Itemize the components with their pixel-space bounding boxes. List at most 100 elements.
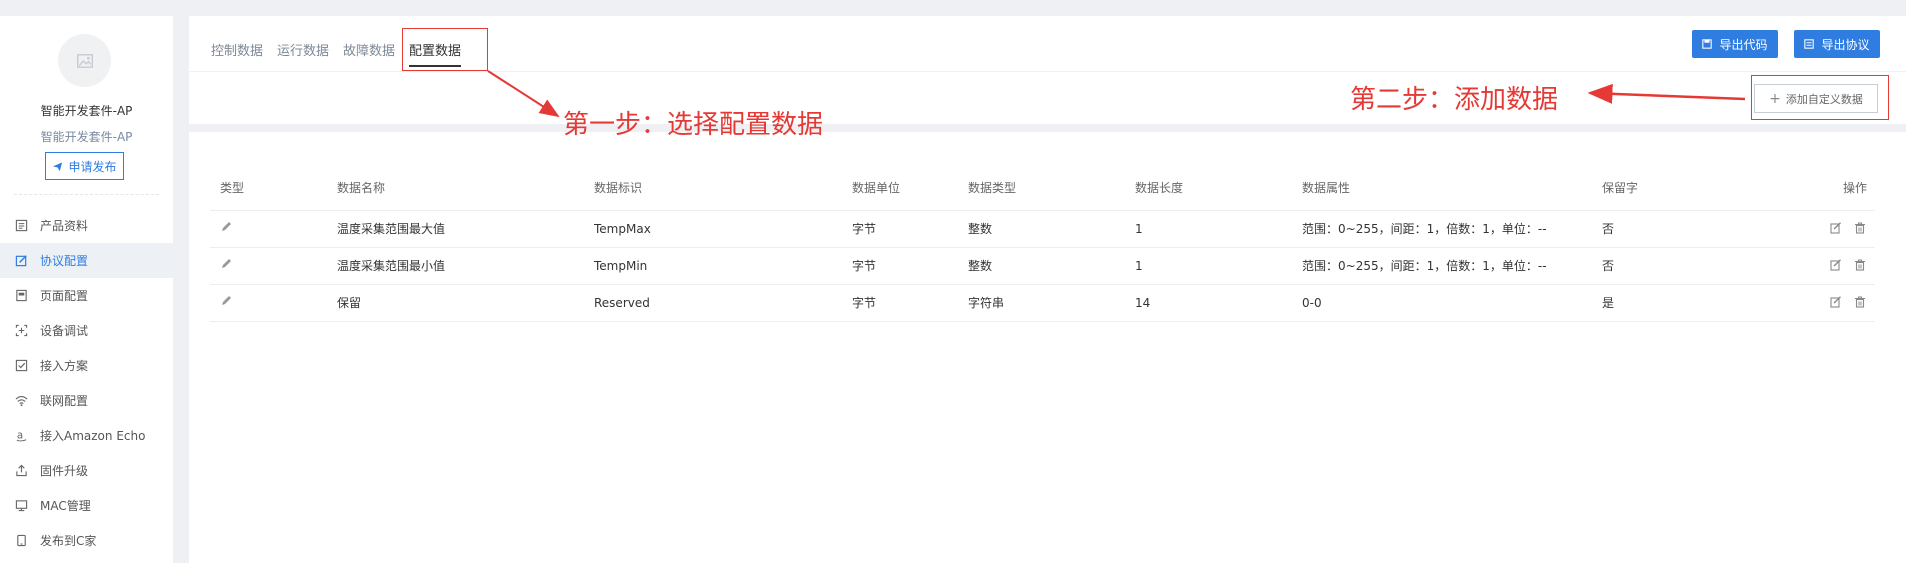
svg-text:a: a [16, 430, 22, 441]
edit-row-icon[interactable] [1829, 221, 1843, 235]
cell-length: 1 [1125, 210, 1292, 248]
cell-unit: 字节 [842, 210, 958, 248]
export-code-button[interactable]: 导出代码 [1692, 30, 1778, 58]
tab-control-data[interactable]: 控制数据 [211, 40, 263, 67]
export-protocol-button[interactable]: 导出协议 [1794, 30, 1880, 58]
checkbox-icon [14, 359, 28, 373]
publish-button[interactable]: 申请发布 [45, 152, 124, 180]
table-row: 温度采集范围最大值 TempMax 字节 整数 1 范围：0~255，间距：1，… [210, 210, 1875, 248]
data-table: 类型 数据名称 数据标识 数据单位 数据类型 数据长度 数据属性 保留字 操作 … [210, 166, 1875, 322]
product-name: 智能开发套件-AP [40, 104, 133, 118]
cell-name: 保留 [327, 284, 584, 322]
sidebar-item-product-info[interactable]: 产品资料 [0, 208, 173, 243]
sidebar-item-firmware-upgrade[interactable]: 固件升级 [0, 453, 173, 488]
sidebar-item-access-plan[interactable]: 接入方案 [0, 348, 173, 383]
sidebar-nav: 产品资料 协议配置 页面配置 设备调试 接入方案 联网配置 a 接入Amazon… [0, 208, 173, 558]
delete-row-icon[interactable] [1853, 295, 1867, 309]
pencil-icon [220, 296, 232, 310]
cell-name: 温度采集范围最小值 [327, 247, 584, 285]
column-header-name: 数据名称 [327, 166, 584, 211]
table-row: 保留 Reserved 字节 字符串 14 0-0 是 [210, 284, 1875, 322]
table-header-row: 类型 数据名称 数据标识 数据单位 数据类型 数据长度 数据属性 保留字 操作 [210, 166, 1875, 211]
annotation-step1-text: 第一步：选择配置数据 [563, 110, 824, 140]
list-icon [1804, 39, 1815, 49]
export-code-label: 导出代码 [1719, 37, 1768, 52]
cell-attributes: 0-0 [1292, 284, 1592, 322]
debug-icon [14, 324, 28, 338]
cell-attributes: 范围：0~255，间距：1，倍数：1，单位：-- [1292, 210, 1592, 248]
sidebar-item-amazon-echo[interactable]: a 接入Amazon Echo [0, 418, 173, 453]
pencil-icon [220, 259, 232, 273]
send-icon [53, 161, 63, 171]
delete-row-icon[interactable] [1853, 258, 1867, 272]
page-icon [14, 289, 28, 303]
sidebar-item-label: 协议配置 [40, 254, 89, 268]
sidebar-divider [14, 194, 159, 195]
column-header-type: 类型 [210, 166, 327, 211]
cell-unit: 字节 [842, 284, 958, 322]
delete-row-icon[interactable] [1853, 221, 1867, 235]
edit-row-icon[interactable] [1829, 295, 1843, 309]
export-protocol-label: 导出协议 [1821, 37, 1870, 52]
sidebar-item-label: 设备调试 [40, 324, 89, 338]
column-header-identifier: 数据标识 [584, 166, 842, 211]
upload-icon [14, 464, 28, 478]
cell-unit: 字节 [842, 247, 958, 285]
cell-attributes: 范围：0~255，间距：1，倍数：1，单位：-- [1292, 247, 1592, 285]
sidebar-item-label: 产品资料 [40, 219, 89, 233]
tab-fault-data[interactable]: 故障数据 [343, 40, 395, 67]
cell-length: 14 [1125, 284, 1292, 322]
sidebar-item-label: 接入方案 [40, 359, 89, 373]
phone-icon [14, 534, 28, 548]
cell-length: 1 [1125, 247, 1292, 285]
edit-row-icon[interactable] [1829, 258, 1843, 272]
cell-reserved: 是 [1592, 284, 1742, 322]
edit-icon [14, 254, 28, 268]
cell-data-type: 整数 [958, 210, 1125, 248]
sidebar-item-label: 固件升级 [40, 464, 89, 478]
amazon-icon: a [14, 429, 28, 443]
sidebar-item-label: MAC管理 [40, 499, 91, 513]
sidebar-item-mac-management[interactable]: MAC管理 [0, 488, 173, 523]
column-header-length: 数据长度 [1125, 166, 1292, 211]
annotation-highlight-add-button [1751, 75, 1889, 120]
sidebar-item-network-config[interactable]: 联网配置 [0, 383, 173, 418]
column-header-data-type: 数据类型 [958, 166, 1125, 211]
image-placeholder-icon [76, 53, 93, 68]
sidebar: 智能开发套件-AP 智能开发套件-AP 申请发布 产品资料 协议配置 页面配置 … [0, 16, 173, 563]
cell-reserved: 否 [1592, 247, 1742, 285]
cell-identifier: TempMin [584, 247, 842, 285]
sidebar-item-page-config[interactable]: 页面配置 [0, 278, 173, 313]
annotation-highlight-config-tab [402, 28, 488, 71]
tab-running-data[interactable]: 运行数据 [277, 40, 329, 67]
main-panel: 类型 数据名称 数据标识 数据单位 数据类型 数据长度 数据属性 保留字 操作 … [189, 132, 1906, 563]
monitor-icon [14, 499, 28, 513]
column-header-reserved: 保留字 [1592, 166, 1742, 211]
wifi-icon [14, 394, 28, 408]
cell-name: 温度采集范围最大值 [327, 210, 584, 248]
sidebar-item-publish-c-home[interactable]: 发布到C家 [0, 523, 173, 558]
column-header-actions: 操作 [1742, 166, 1875, 211]
pencil-icon [220, 222, 232, 236]
publish-button-label: 申请发布 [68, 159, 117, 174]
column-header-attributes: 数据属性 [1292, 166, 1592, 211]
sidebar-item-device-debug[interactable]: 设备调试 [0, 313, 173, 348]
table-row: 温度采集范围最小值 TempMin 字节 整数 1 范围：0~255，间距：1，… [210, 247, 1875, 285]
cell-reserved: 否 [1592, 210, 1742, 248]
sidebar-item-label: 联网配置 [40, 394, 89, 408]
sidebar-item-label: 接入Amazon Echo [40, 429, 146, 443]
cell-data-type: 整数 [958, 247, 1125, 285]
column-header-unit: 数据单位 [842, 166, 958, 211]
product-avatar [58, 34, 111, 87]
sidebar-item-label: 页面配置 [40, 289, 89, 303]
cell-identifier: TempMax [584, 210, 842, 248]
sidebar-item-label: 发布到C家 [40, 534, 97, 548]
save-icon [1702, 39, 1713, 49]
document-icon [14, 219, 28, 233]
header-divider [189, 71, 1906, 72]
sidebar-item-protocol-config[interactable]: 协议配置 [0, 243, 173, 278]
annotation-step2-text: 第二步：添加数据 [1350, 85, 1559, 115]
cell-data-type: 字符串 [958, 284, 1125, 322]
cell-identifier: Reserved [584, 284, 842, 322]
product-subtitle: 智能开发套件-AP [40, 130, 133, 144]
